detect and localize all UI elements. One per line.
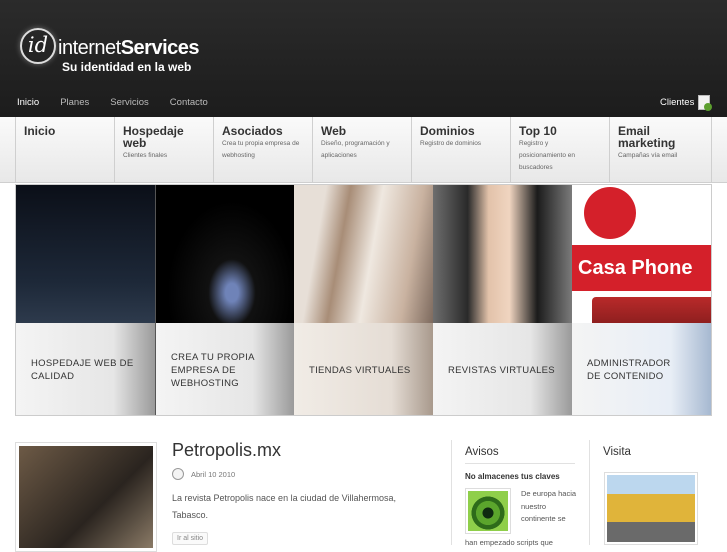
read-more-button[interactable]: Ir al sitio (172, 532, 209, 545)
aviso-text: De europa hacia nuestro continente se (521, 489, 577, 523)
avisos-title: Avisos (465, 446, 499, 458)
menu-title: Asociados (222, 124, 283, 138)
visita-image (607, 475, 695, 542)
logo-mark[interactable]: id (20, 28, 56, 64)
house-logo-icon (584, 187, 636, 239)
avisos-column: Avisos No almacenes tus claves De europa… (451, 440, 589, 547)
aviso-text-more: han empezado scripts que (465, 538, 553, 547)
slide-caption-text: TIENDAS VIRTUALES (309, 364, 411, 376)
feature-slider: HOSPEDAJE WEB DE CALIDAD CREA TU PROPIA … (15, 184, 712, 416)
visita-thumbnail[interactable] (604, 472, 698, 545)
slide-caption: HOSPEDAJE WEB DE CALIDAD (16, 323, 155, 415)
post-title[interactable]: Petropolis.mx (172, 440, 281, 461)
menu-title: Dominios (420, 124, 475, 138)
menu-item-hospedaje[interactable]: Hospedaje web Clientes finales (114, 117, 213, 183)
aviso-image (468, 491, 508, 531)
slide-caption-text: HOSPEDAJE WEB DE CALIDAD (31, 358, 134, 382)
logo-tagline: Su identidad en la web (62, 60, 192, 74)
visita-column: Visita (589, 440, 712, 545)
menu-item-dominios[interactable]: Dominios Registro de dominios (411, 117, 510, 183)
topnav-servicios[interactable]: Servicios (110, 97, 149, 108)
menu-title: Web (321, 124, 347, 138)
top-nav: Inicio Planes Servicios Contacto (17, 97, 229, 108)
menu-subtitle: Crea tu propia empresa de webhosting (222, 140, 300, 159)
menu-subtitle: Diseño, programación y aplicaciones (321, 140, 390, 159)
slide-image: Casa Phone (572, 185, 711, 323)
slide-image (156, 185, 294, 323)
menu-subtitle: Clientes finales (123, 152, 168, 159)
logo-suffix: Services (120, 37, 200, 59)
menu-item-top10[interactable]: Top 10 Registro y posicionamiento en bus… (510, 117, 609, 183)
main-menu: Inicio Hospedaje web Clientes finales As… (0, 117, 727, 183)
menu-subtitle: Registro y posicionamiento en buscadores (519, 140, 576, 171)
menu-title: Top 10 (519, 124, 557, 138)
aviso-headline[interactable]: No almacenes tus claves (465, 472, 589, 481)
slide-webhosting[interactable]: CREA TU PROPIA EMPRESA DE WEBHOSTING (155, 185, 294, 415)
menu-item-inicio[interactable]: Inicio (15, 117, 114, 183)
clock-icon (172, 468, 184, 480)
menu-subtitle: Campañas vía email (618, 152, 678, 159)
post-body: La revista Petropolis nace en la ciudad … (172, 493, 396, 520)
menu-title: Inicio (24, 124, 56, 138)
clients-link[interactable]: Clientes (660, 97, 694, 108)
menu-subtitle: Registro de dominios (420, 140, 482, 147)
slide-image (16, 185, 155, 323)
topnav-contacto[interactable]: Contacto (170, 97, 208, 108)
aviso-thumbnail[interactable] (465, 488, 511, 534)
clients-icon[interactable] (698, 95, 712, 111)
slide-hospedaje[interactable]: HOSPEDAJE WEB DE CALIDAD (16, 185, 155, 415)
slide-administrador[interactable]: Casa Phone ADMINISTRADOR DE CONTENIDO (572, 185, 711, 415)
slide-caption: CREA TU PROPIA EMPRESA DE WEBHOSTING (156, 323, 294, 415)
screen-tab (592, 297, 711, 323)
divider (465, 463, 575, 464)
menu-item-web[interactable]: Web Diseño, programación y aplicaciones (312, 117, 411, 183)
slide-caption: TIENDAS VIRTUALES (294, 323, 433, 415)
menu-item-asociados[interactable]: Asociados Crea tu propia empresa de webh… (213, 117, 312, 183)
topnav-planes[interactable]: Planes (60, 97, 89, 108)
menu-item-email-marketing[interactable]: Email marketing Campañas vía email (609, 117, 712, 183)
menu-title: Email marketing (618, 124, 676, 150)
logo-wordmark[interactable]: internetServices (58, 37, 200, 60)
site-header: id internetServices Su identidad en la w… (0, 0, 727, 117)
topnav-inicio[interactable]: Inicio (17, 97, 39, 108)
post-date: Abril 10 2010 (191, 470, 236, 479)
slide-caption-text: ADMINISTRADOR DE CONTENIDO (587, 358, 671, 382)
slide-image (433, 185, 572, 323)
slide-tiendas[interactable]: TIENDAS VIRTUALES (294, 185, 433, 415)
post-image (19, 446, 153, 548)
slide-caption-text: CREA TU PROPIA EMPRESA DE WEBHOSTING (171, 351, 255, 389)
post-thumbnail[interactable] (15, 442, 157, 552)
slide-caption: REVISTAS VIRTUALES (433, 323, 572, 415)
slide-image (294, 185, 433, 323)
menu-title: Hospedaje web (123, 124, 184, 150)
slide-caption: ADMINISTRADOR DE CONTENIDO (572, 323, 711, 415)
casa-phone-banner: Casa Phone (572, 245, 711, 291)
content-area: Petropolis.mx Abril 10 2010 La revista P… (15, 440, 712, 552)
logo-prefix: internet (58, 37, 121, 59)
slide-revistas[interactable]: REVISTAS VIRTUALES (433, 185, 572, 415)
slide-caption-text: REVISTAS VIRTUALES (448, 364, 555, 376)
visita-title: Visita (603, 446, 631, 458)
